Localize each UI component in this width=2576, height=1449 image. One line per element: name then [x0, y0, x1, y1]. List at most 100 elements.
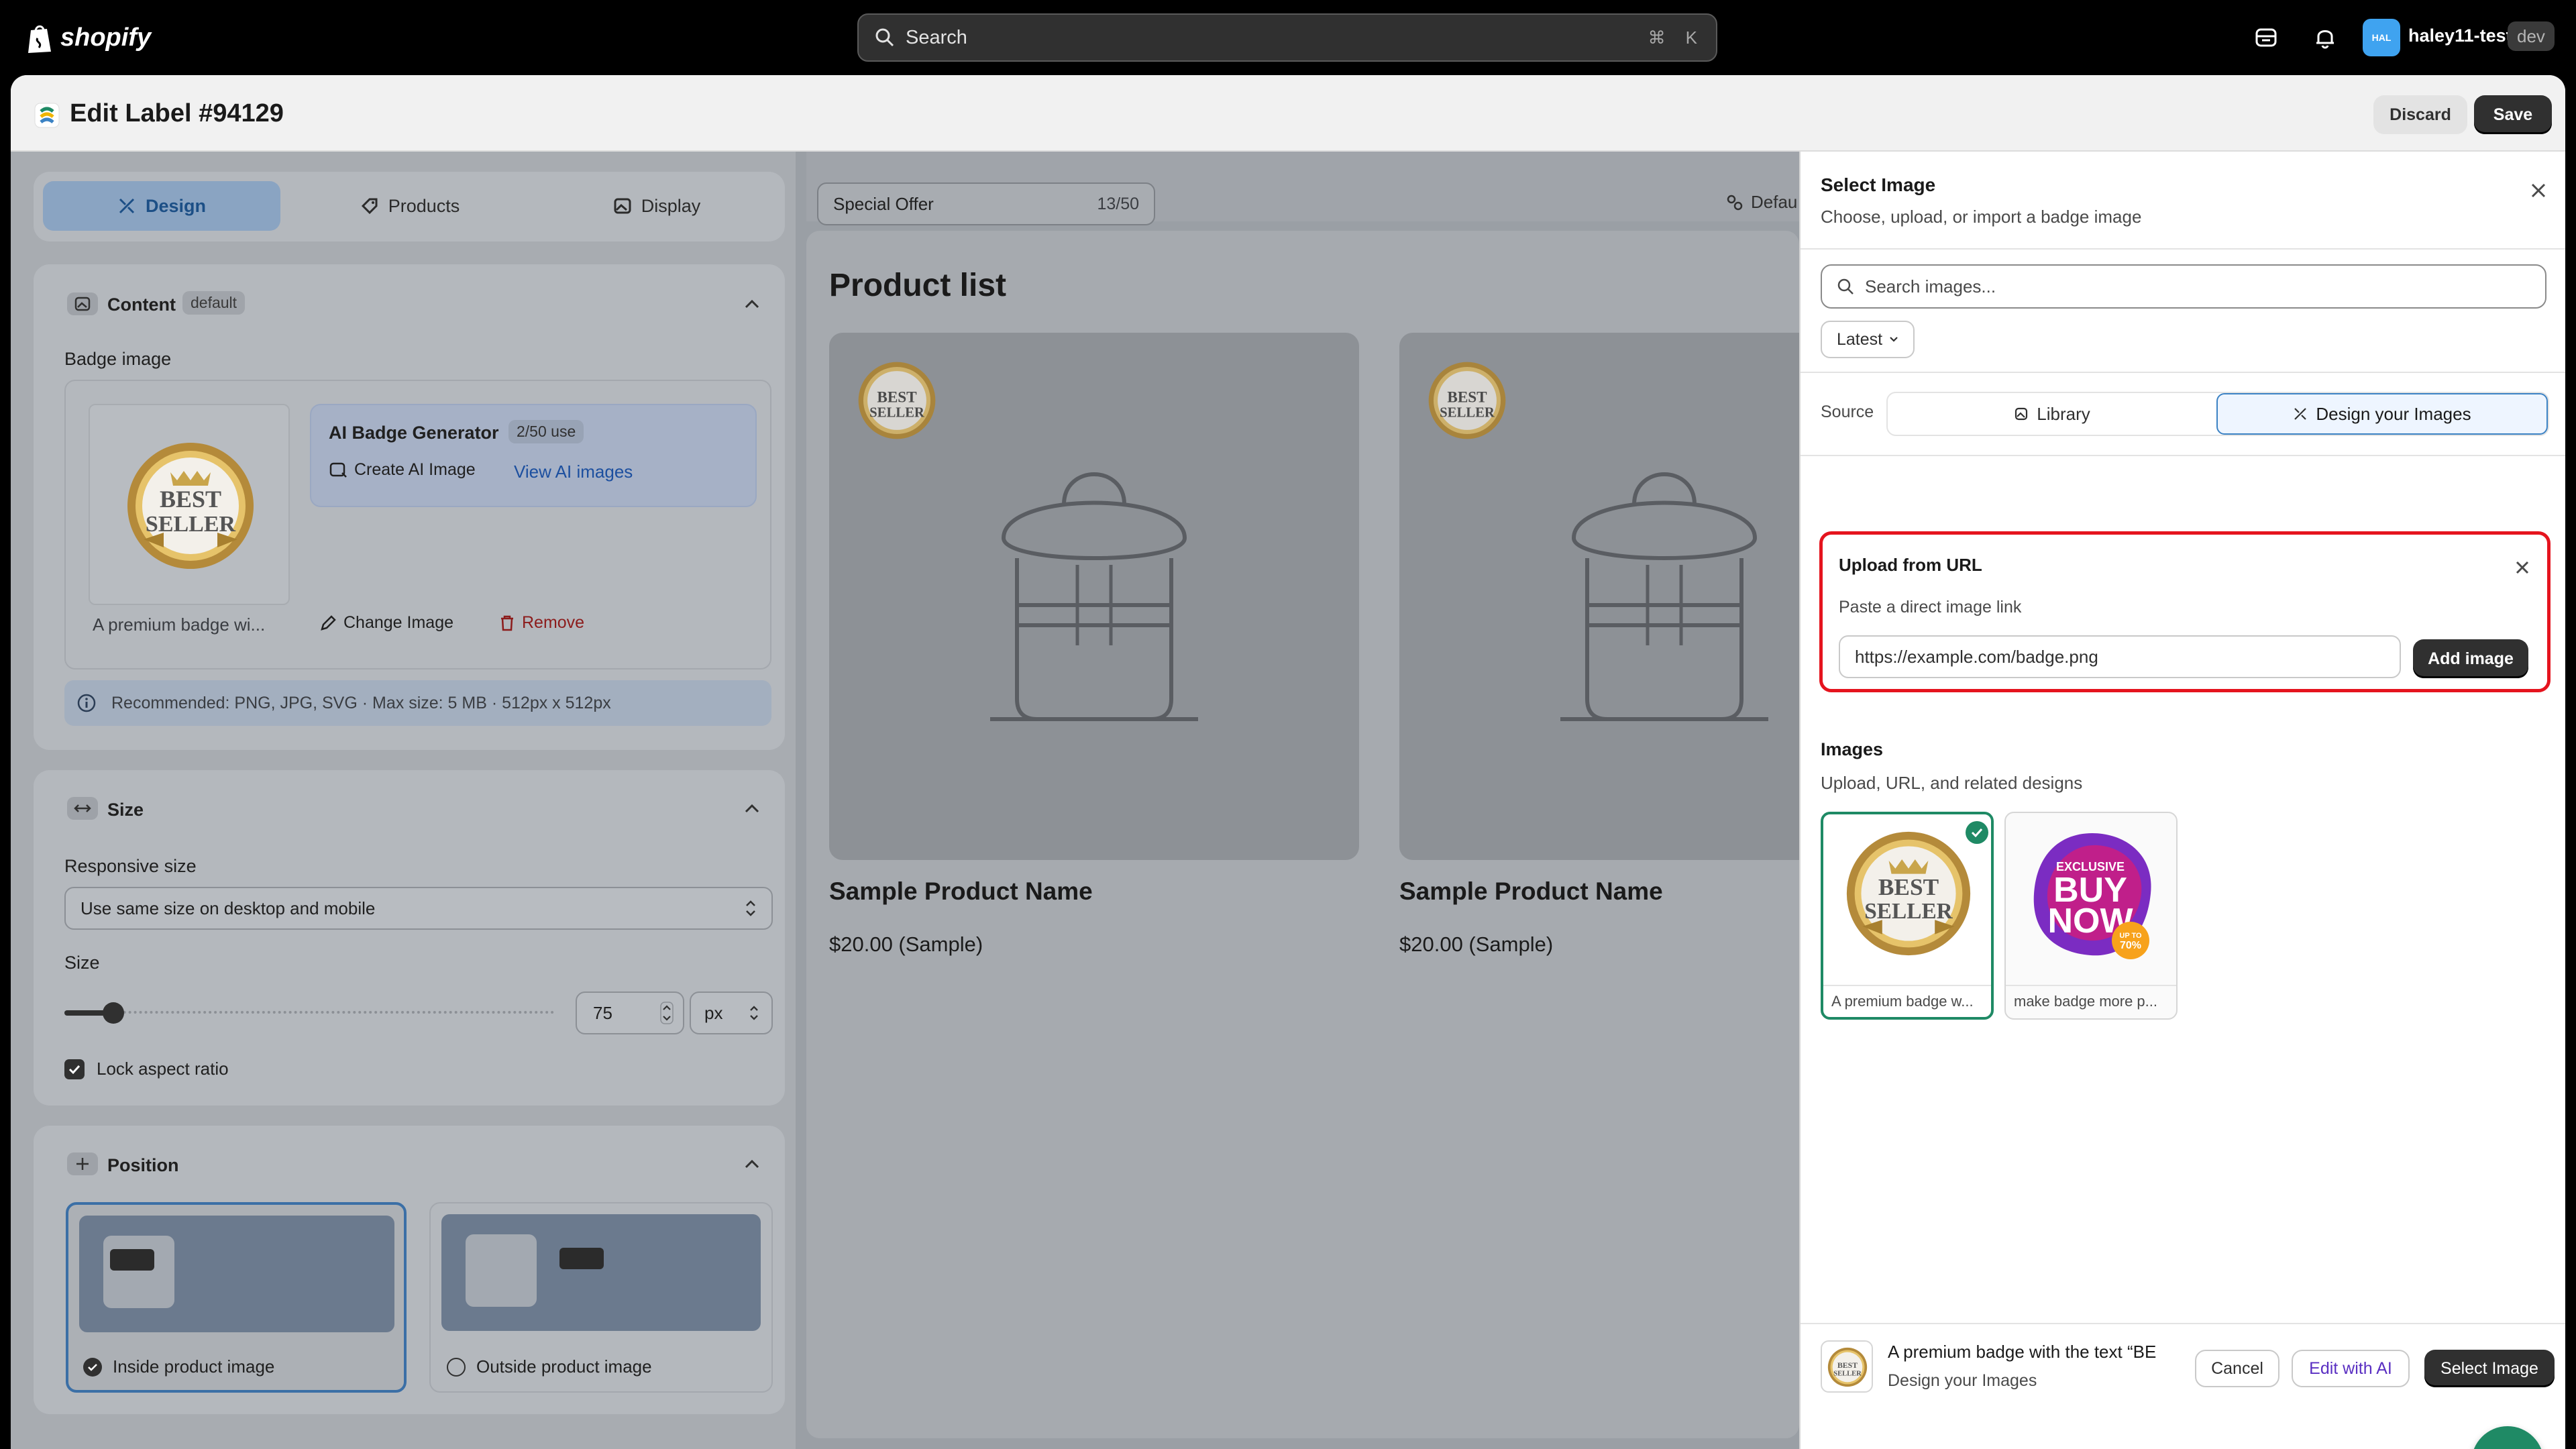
outside-radio[interactable]: Outside product image [447, 1356, 652, 1377]
divider [1801, 1323, 2565, 1324]
slider-thumb[interactable] [103, 1002, 124, 1024]
source-label: Source [1821, 402, 1874, 421]
divider [1801, 372, 2565, 373]
chevron-up-icon[interactable] [743, 298, 761, 310]
best-seller-badge-icon: BEST SELLER [1428, 362, 1506, 439]
ai-image-icon [329, 462, 347, 478]
shopify-logo[interactable]: shopify [27, 19, 151, 56]
image-caption-1: A premium badge w... [1831, 993, 1974, 1010]
image-url-value: https://example.com/badge.png [1855, 646, 2098, 667]
outside-preview-badge [559, 1248, 604, 1269]
default-view-button[interactable]: Defau [1725, 192, 1797, 213]
radio-checked-icon [83, 1357, 102, 1377]
avatar[interactable]: HAL [2363, 19, 2400, 56]
check-circle-icon [1966, 821, 1988, 844]
chevron-up-icon[interactable] [743, 802, 761, 814]
search-icon [1837, 278, 1854, 294]
search-placeholder: Search [906, 26, 967, 48]
source-library-label: Library [2037, 403, 2090, 424]
badge-text-line2: SELLER [1440, 405, 1495, 420]
badge-text-line1: BEST [1878, 874, 1939, 900]
source-design-tab[interactable]: Design your Images [2216, 393, 2548, 435]
move-icon [76, 1158, 89, 1170]
image-tile-selected[interactable]: BEST SELLER A premium badge w... [1821, 812, 1994, 1020]
tab-design-label: Design [145, 195, 207, 216]
sort-value: Latest [1837, 329, 1883, 349]
outside-preview-image [466, 1234, 537, 1307]
lock-aspect-ratio-checkbox[interactable]: Lock aspect ratio [64, 1059, 229, 1079]
badge-image-box: BEST SELLER A premium badge wi... AI Bad… [64, 380, 771, 669]
chevron-up-icon[interactable] [743, 1158, 761, 1170]
chat-button[interactable] [2471, 1426, 2544, 1449]
position-inside-option[interactable]: Inside product image [66, 1202, 407, 1393]
source-library-tab[interactable]: Library [1888, 393, 2216, 435]
app-frame: Edit Label #94129 Discard Save Design Pr… [11, 75, 2565, 1449]
edit-with-ai-button[interactable]: Edit with AI [2292, 1350, 2410, 1387]
create-ai-image-button[interactable]: Create AI Image [329, 460, 476, 480]
badge-thumbnail[interactable]: BEST SELLER [89, 404, 290, 605]
remove-label: Remove [522, 613, 585, 632]
image-tile[interactable]: EXCLUSIVE BUY NOW UP TO 70% make badge m… [2004, 812, 2178, 1020]
badge-text-line1: BEST [160, 486, 221, 513]
close-icon[interactable] [2514, 559, 2531, 576]
outside-preview [441, 1214, 761, 1331]
size-number-input[interactable]: 75 [576, 991, 684, 1034]
tile-divider [1823, 985, 1991, 986]
remove-image-button[interactable]: Remove [499, 613, 584, 633]
label-text-input[interactable]: Special Offer 13/50 [817, 182, 1155, 225]
inside-radio[interactable]: Inside product image [83, 1356, 274, 1377]
responsive-size-select[interactable]: Use same size on desktop and mobile [64, 887, 773, 930]
product-image-1: BEST SELLER [829, 333, 1359, 860]
image-icon [74, 297, 91, 311]
bell-icon[interactable] [2312, 24, 2339, 51]
image-url-input[interactable]: https://example.com/badge.png [1839, 635, 2401, 678]
page-header: Edit Label #94129 Discard Save [11, 75, 2565, 152]
search-images-input[interactable]: Search images... [1821, 264, 2546, 309]
backpack-icon [1560, 472, 1768, 721]
select-image-button[interactable]: Select Image [2424, 1350, 2555, 1387]
save-button[interactable]: Save [2474, 95, 2552, 134]
shortcut-key: K [1685, 27, 1697, 48]
recommendation-text: Recommended: PNG, JPG, SVG · Max size: 5… [111, 693, 611, 712]
store-icon[interactable] [2253, 24, 2279, 51]
badge-caption: A premium badge wi... [93, 614, 266, 635]
stepper-icon[interactable] [660, 1002, 674, 1024]
ai-usage-badge: 2/50 use [508, 420, 584, 443]
design-icon [119, 198, 135, 214]
change-image-button[interactable]: Change Image [319, 613, 453, 633]
shopify-bag-icon [28, 25, 51, 53]
global-search[interactable]: Search ⌘ K [857, 13, 1717, 62]
tab-products[interactable]: Products [291, 181, 529, 231]
selected-image-source: Design your Images [1888, 1371, 2037, 1390]
best-seller-badge-icon: BEST SELLER [858, 362, 936, 439]
tab-display[interactable]: Display [538, 181, 775, 231]
tab-products-label: Products [388, 195, 460, 216]
cancel-button[interactable]: Cancel [2195, 1350, 2279, 1387]
selected-image-thumb: BEST SELLER [1821, 1340, 1873, 1393]
close-icon[interactable] [2529, 181, 2548, 200]
add-image-button[interactable]: Add image [2413, 639, 2528, 678]
outside-label: Outside product image [476, 1356, 652, 1377]
discard-button[interactable]: Discard [2373, 95, 2467, 134]
badge-text-line2: SELLER [1864, 899, 1953, 924]
divider [1801, 248, 2565, 250]
position-outside-option[interactable]: Outside product image [429, 1202, 773, 1393]
label-text-value: Special Offer [833, 193, 934, 214]
upload-url-title: Upload from URL [1839, 555, 1982, 575]
trash-icon [501, 615, 513, 631]
product-list-title: Product list [829, 268, 1007, 303]
badge-text-line2: SELLER [146, 512, 236, 537]
sort-select[interactable]: Latest [1821, 321, 1915, 358]
view-ai-images-link[interactable]: View AI images [514, 462, 633, 482]
size-value: 75 [593, 1002, 612, 1023]
size-slider[interactable] [64, 991, 554, 1034]
ai-generator-title: AI Badge Generator [329, 423, 499, 443]
chat-icon [2489, 1446, 2526, 1449]
lock-aspect-ratio-label: Lock aspect ratio [97, 1059, 229, 1079]
product-price-2: $20.00 (Sample) [1399, 932, 1554, 956]
username[interactable]: haley11-test [2408, 25, 2512, 46]
unit-select[interactable]: px [690, 991, 773, 1034]
tab-design[interactable]: Design [43, 181, 280, 231]
responsive-size-value: Use same size on desktop and mobile [80, 898, 376, 918]
responsive-size-label: Responsive size [64, 856, 197, 876]
